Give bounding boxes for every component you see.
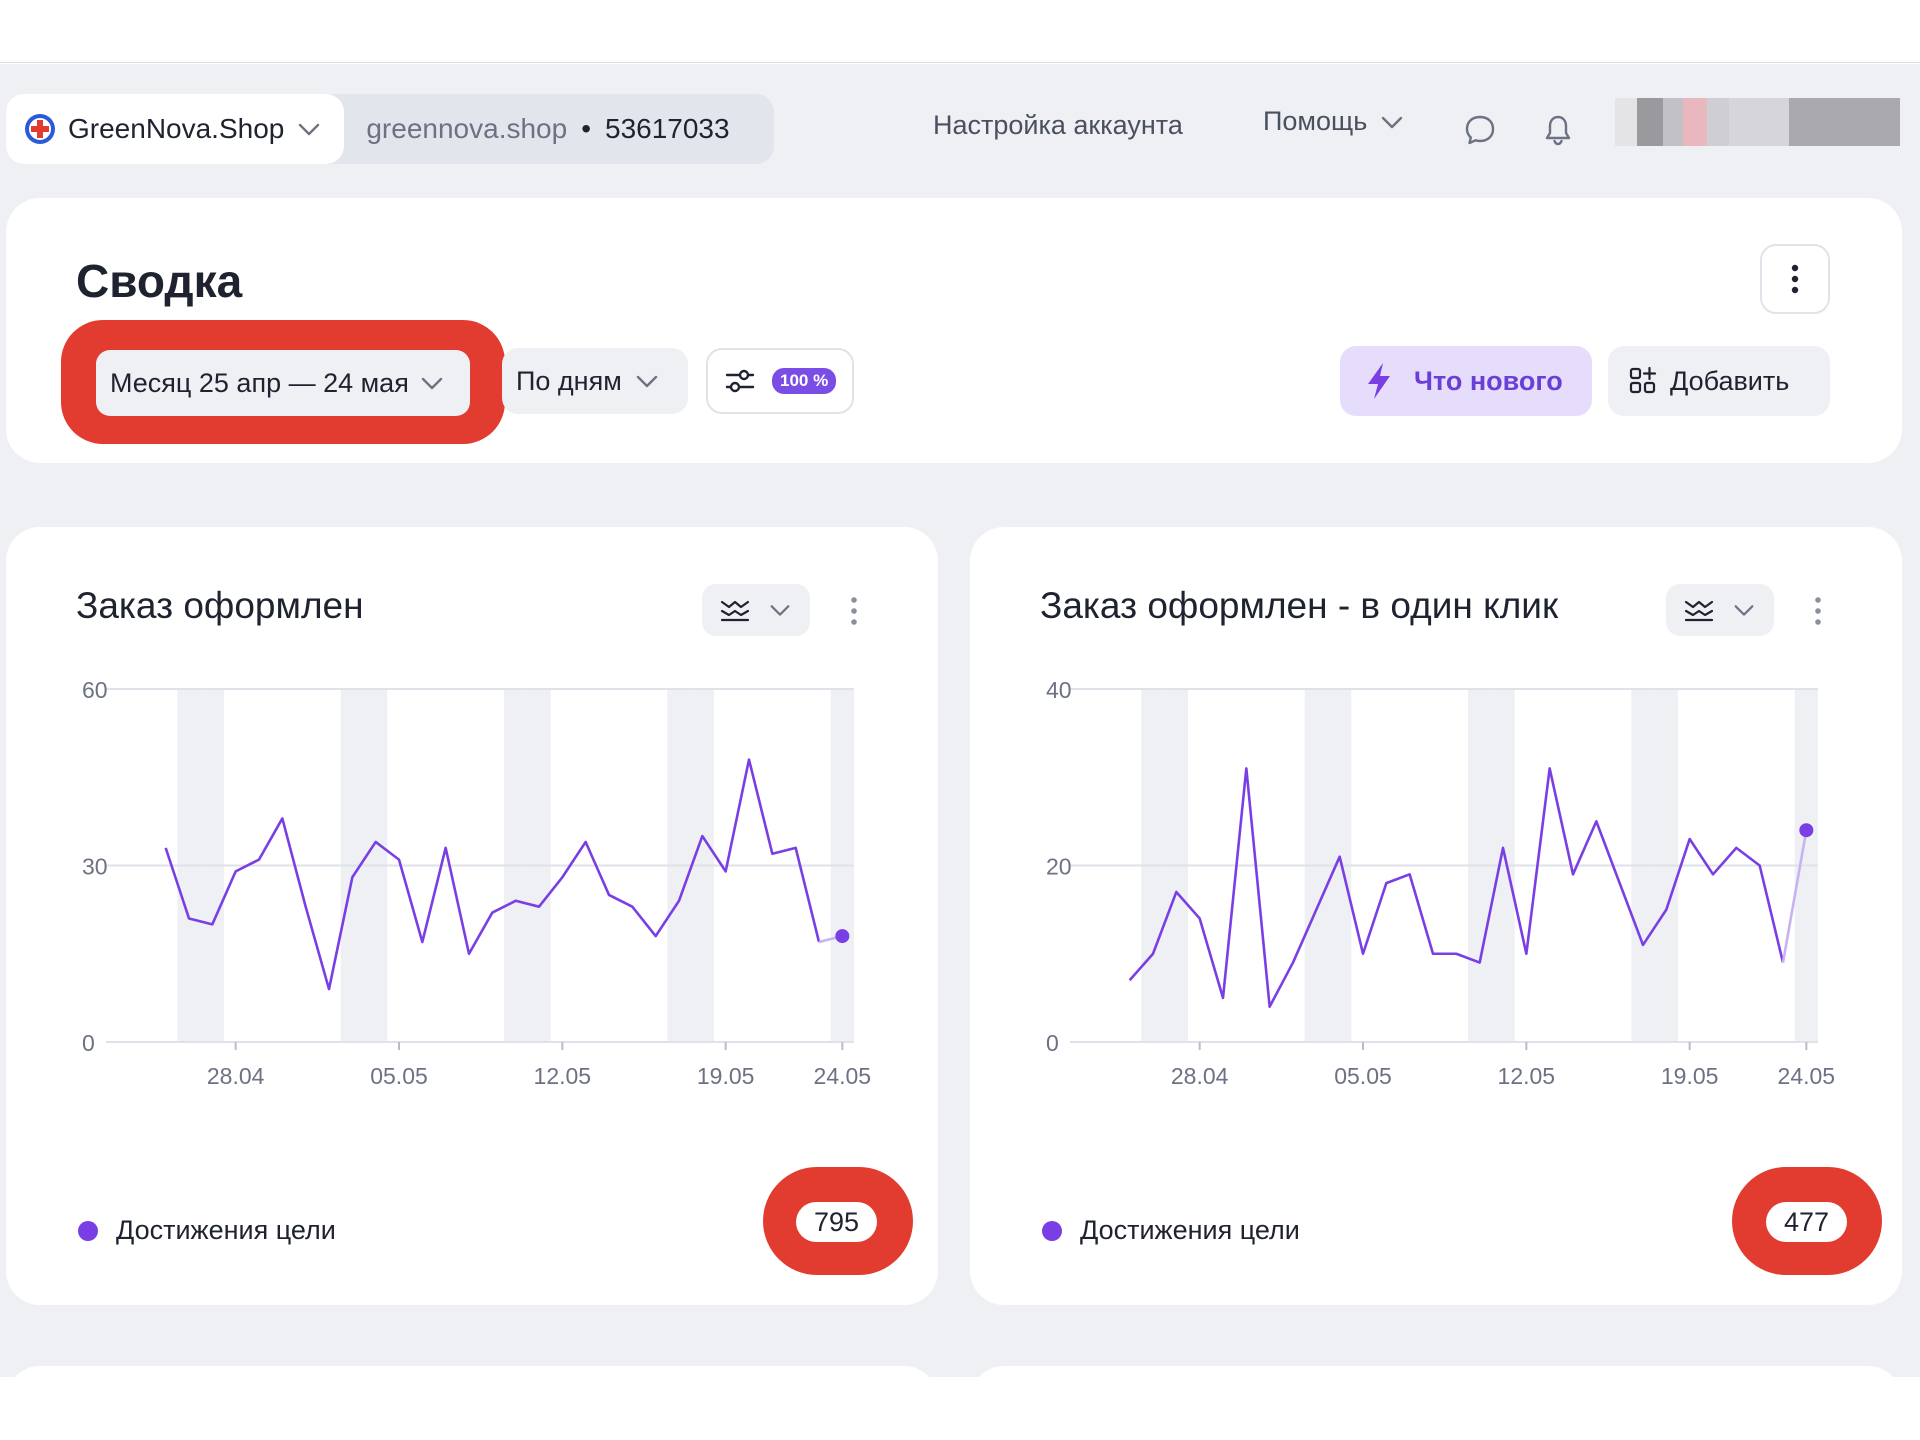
sliders-icon xyxy=(725,369,755,393)
add-widget-icon xyxy=(1629,366,1657,394)
series-line xyxy=(164,758,821,991)
widget-title: Заказ оформлен xyxy=(76,585,364,626)
chevron-down-icon xyxy=(1382,116,1403,128)
y-tick-label: 0 xyxy=(1046,1030,1059,1056)
widget-one-click-order: Заказ оформлен - в один клик 40 20 0 28.04 0… xyxy=(970,527,1902,1305)
x-tick-label: 12.05 xyxy=(534,1063,592,1089)
notifications-button[interactable] xyxy=(1538,110,1578,150)
help-label: Помощь xyxy=(1263,106,1368,136)
chart-type-select[interactable] xyxy=(702,584,810,636)
y-tick-label: 0 xyxy=(82,1030,95,1056)
y-tick-label: 60 xyxy=(82,677,108,703)
add-label: Добавить xyxy=(1670,365,1790,396)
widget-more-button[interactable] xyxy=(842,589,866,633)
goal-total-value: 795 xyxy=(796,1202,878,1242)
more-vertical-icon xyxy=(1815,597,1821,625)
order-placed-chart: 60 30 0 28.04 05.05 12.05 19.05 24.05 xyxy=(82,677,872,1089)
x-tick-label: 24.05 xyxy=(1778,1063,1836,1089)
chat-bubble-icon xyxy=(1465,115,1495,145)
account-settings-link[interactable]: Настройка аккаунта xyxy=(933,110,1183,141)
x-tick-label: 05.05 xyxy=(370,1063,428,1089)
x-tick-label: 28.04 xyxy=(207,1063,265,1089)
whats-new-label: Что нового xyxy=(1414,365,1563,396)
browser-top-strip xyxy=(0,0,1920,63)
chart-legend: Достижения цели xyxy=(1042,1215,1300,1246)
grouping-label: По дням xyxy=(516,365,622,396)
series-line xyxy=(1128,767,1785,1009)
counter-select[interactable]: GreenNova.Shop xyxy=(6,94,345,164)
x-tick-label: 19.05 xyxy=(1661,1063,1719,1089)
series-last-point xyxy=(1799,823,1814,838)
counter-domain: greennova.shop xyxy=(366,113,568,144)
counter-separator: • xyxy=(581,113,591,144)
page-title: Сводка xyxy=(76,255,243,307)
x-tick-label: 05.05 xyxy=(1334,1063,1392,1089)
y-tick-label: 20 xyxy=(1046,854,1072,880)
counter-pill: GreenNova.Shop greennova.shop • 53617033 xyxy=(6,94,774,164)
next-widget-card xyxy=(970,1366,1902,1406)
period-select[interactable]: Месяц 25 апр — 24 мая xyxy=(96,350,470,416)
chevron-down-icon xyxy=(299,123,320,136)
legend-dot xyxy=(1042,1220,1062,1241)
legend-dot xyxy=(78,1220,98,1241)
goal-total-value: 477 xyxy=(1766,1202,1848,1242)
widget-title: Заказ оформлен - в один клик xyxy=(1040,585,1559,626)
y-tick-label: 30 xyxy=(82,854,108,880)
x-tick-label: 19.05 xyxy=(697,1063,755,1089)
chevron-down-icon xyxy=(636,375,657,388)
add-widget-button[interactable]: Добавить xyxy=(1608,346,1830,416)
chart-legend: Достижения цели xyxy=(78,1215,336,1246)
lightning-icon xyxy=(1368,363,1390,399)
chat-button[interactable] xyxy=(1460,110,1500,150)
y-tick-label: 40 xyxy=(1046,677,1072,703)
more-vertical-icon xyxy=(851,597,857,625)
whats-new-button[interactable]: Что нового xyxy=(1340,346,1592,416)
grouping-select[interactable]: По дням xyxy=(502,348,688,414)
bell-icon xyxy=(1545,115,1571,146)
help-menu[interactable]: Помощь xyxy=(1263,106,1405,137)
user-avatar-blurred[interactable] xyxy=(1615,98,1900,146)
widget-order-placed: Заказ оформлен 60 30 0 28.04 05.05 12.05 19.05… xyxy=(6,527,938,1305)
x-tick-label: 28.04 xyxy=(1171,1063,1229,1089)
one-click-order-chart: 40 20 0 28.04 05.05 12.05 19.05 24.05 xyxy=(1046,677,1836,1089)
chart-type-select[interactable] xyxy=(1666,584,1774,636)
sampling-badge: 100 % xyxy=(772,368,837,394)
counter-name: GreenNova.Shop xyxy=(68,113,285,144)
chevron-down-icon xyxy=(421,377,443,390)
series-last-point xyxy=(835,929,850,944)
x-tick-label: 12.05 xyxy=(1498,1063,1556,1089)
summary-more-button[interactable] xyxy=(1760,244,1830,314)
counter-id: 53617033 xyxy=(605,113,730,144)
more-vertical-icon xyxy=(1791,264,1799,294)
x-tick-label: 24.05 xyxy=(814,1063,872,1089)
sampling-button[interactable]: 100 % xyxy=(706,348,854,414)
period-label: Месяц 25 апр — 24 мая xyxy=(110,367,409,398)
site-favicon-icon xyxy=(25,114,55,144)
line-chart-type-icon xyxy=(720,600,750,622)
line-chart-type-icon xyxy=(1684,600,1714,622)
chevron-down-icon xyxy=(1734,605,1754,616)
chevron-down-icon xyxy=(770,605,790,616)
widget-more-button[interactable] xyxy=(1806,589,1830,633)
legend-label: Достижения цели xyxy=(1080,1215,1300,1245)
legend-label: Достижения цели xyxy=(116,1215,336,1245)
next-widget-card xyxy=(6,1366,938,1406)
